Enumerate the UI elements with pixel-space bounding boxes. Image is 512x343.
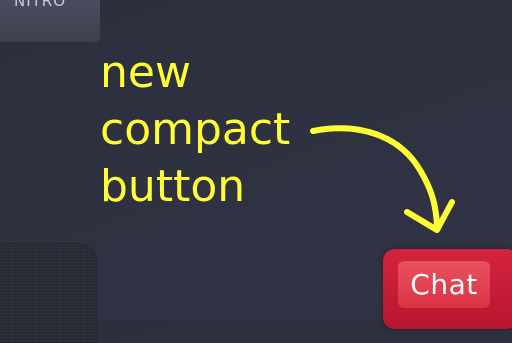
annotation-text: new compact button	[100, 44, 290, 215]
bottom-panel	[0, 243, 97, 343]
nitro-badge[interactable]: NITRO	[0, 0, 100, 42]
chat-button[interactable]: Chat	[383, 249, 512, 329]
annotation-line: compact	[100, 104, 291, 155]
nitro-badge-label: NITRO	[14, 0, 67, 10]
annotation-line: button	[100, 161, 246, 212]
chat-button-label: Chat	[398, 261, 490, 308]
annotation-line: new	[100, 47, 191, 98]
